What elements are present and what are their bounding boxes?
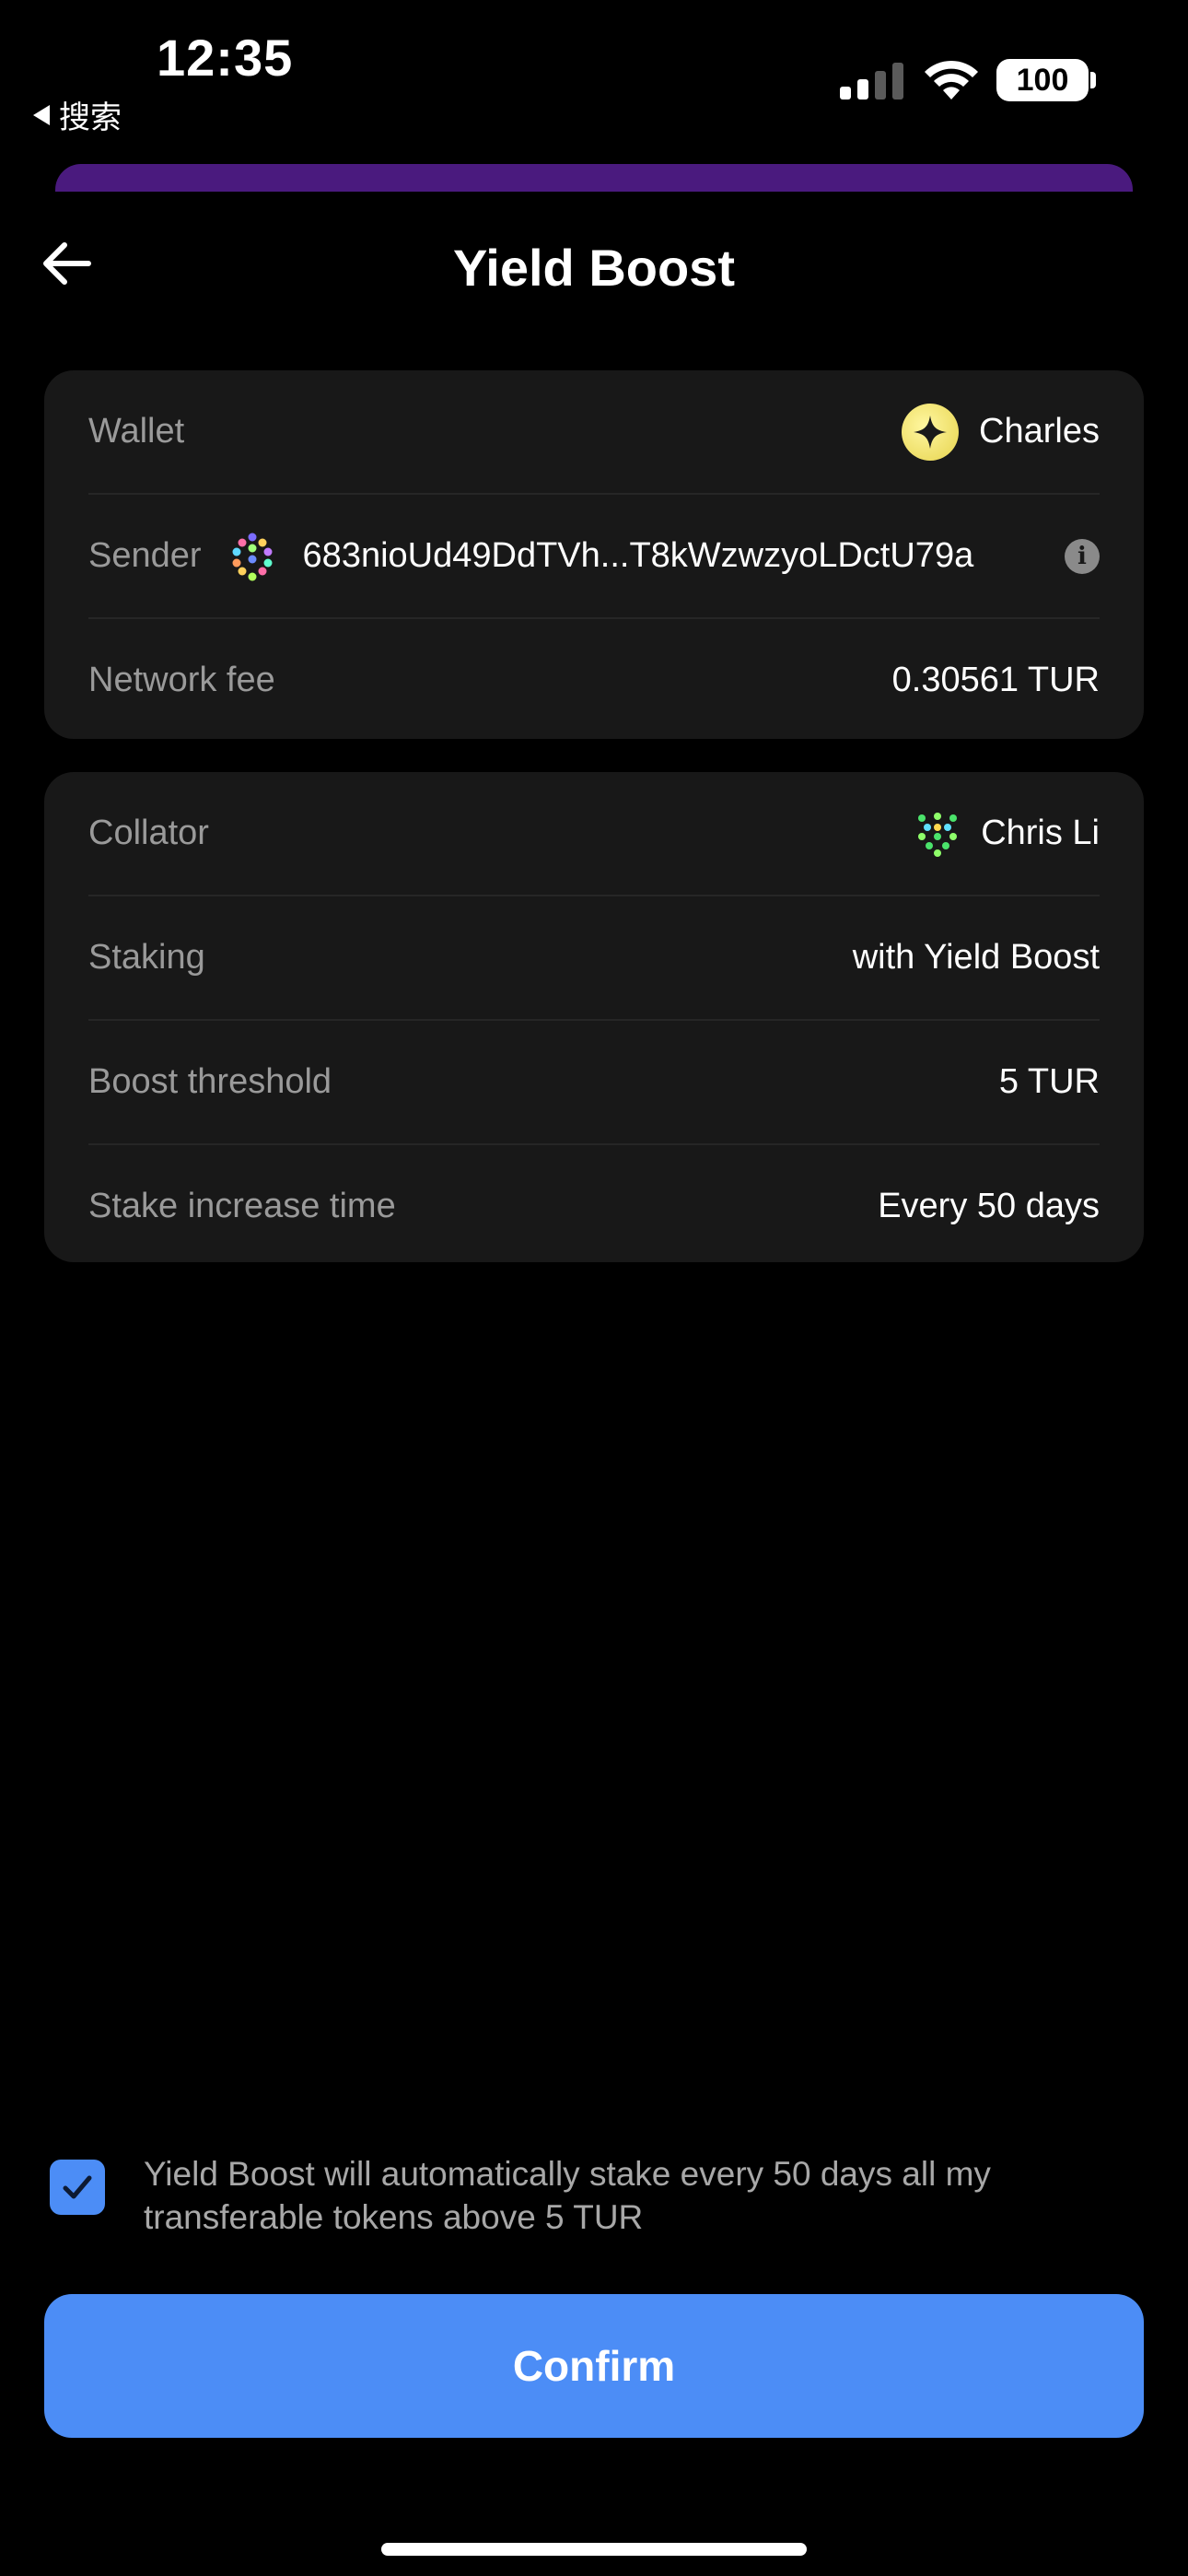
wallet-name: Charles <box>979 412 1100 451</box>
agreement-checkbox[interactable] <box>50 2160 105 2215</box>
sender-left: Sender 683nioUd49DdTVh...T8kWzwzyoLDctU7… <box>88 532 973 581</box>
transaction-details-card: Wallet Charles Sender 683nioUd49DdTVh...… <box>44 370 1144 739</box>
stake-increase-time-label: Stake increase time <box>88 1187 396 1225</box>
checkmark-icon <box>63 2175 92 2199</box>
collator-name: Chris Li <box>981 814 1100 852</box>
home-indicator <box>381 2543 807 2556</box>
boost-threshold-row: Boost threshold 5 TUR <box>88 1019 1100 1143</box>
staking-row: Staking with Yield Boost <box>88 895 1100 1019</box>
stake-increase-time-row: Stake increase time Every 50 days <box>88 1143 1100 1268</box>
status-time: 12:35 <box>157 29 294 87</box>
wallet-avatar-icon <box>902 403 960 461</box>
sender-row: Sender 683nioUd49DdTVh...T8kWzwzyoLDctU7… <box>88 493 1100 617</box>
battery-nub <box>1090 72 1096 88</box>
collator-value: Chris Li <box>914 811 1100 857</box>
background-sheet-edge <box>55 164 1133 192</box>
battery-icon: 100 <box>996 59 1089 101</box>
battery-level: 100 <box>1016 62 1069 98</box>
stake-increase-time-value: Every 50 days <box>878 1187 1100 1225</box>
status-back-link[interactable]: 搜索 <box>33 92 122 137</box>
wallet-row: Wallet Charles <box>88 370 1100 493</box>
network-fee-value: 0.30561 TUR <box>891 661 1100 699</box>
boost-threshold-label: Boost threshold <box>88 1062 332 1101</box>
status-back-label: 搜索 <box>59 100 122 135</box>
wallet-label: Wallet <box>88 412 185 451</box>
sender-address[interactable]: 683nioUd49DdTVh...T8kWzwzyoLDctU79a <box>303 536 974 576</box>
staking-label: Staking <box>88 938 205 977</box>
staking-details-card: Collator Chris Li Staking with Yield Boo… <box>44 772 1144 1262</box>
sender-identicon-icon <box>232 533 273 580</box>
staking-value: with Yield Boost <box>852 938 1100 977</box>
collator-label: Collator <box>88 814 209 852</box>
sender-label: Sender <box>88 536 202 575</box>
collator-row[interactable]: Collator Chris Li <box>88 772 1100 895</box>
wallet-value: Charles <box>902 403 1100 461</box>
back-triangle-icon <box>33 104 50 125</box>
info-icon[interactable]: i <box>1065 538 1100 574</box>
agreement-text: Yield Boost will automatically stake eve… <box>144 2155 991 2236</box>
wifi-icon <box>925 60 978 100</box>
network-fee-row: Network fee 0.30561 TUR <box>88 617 1100 742</box>
cellular-signal-icon <box>840 61 903 100</box>
confirm-button[interactable]: Confirm <box>44 2294 1144 2438</box>
page-title: Yield Boost <box>453 239 735 297</box>
boost-threshold-value: 5 TUR <box>998 1062 1100 1101</box>
collator-identicon-icon <box>918 812 958 857</box>
network-fee-label: Network fee <box>88 661 275 699</box>
